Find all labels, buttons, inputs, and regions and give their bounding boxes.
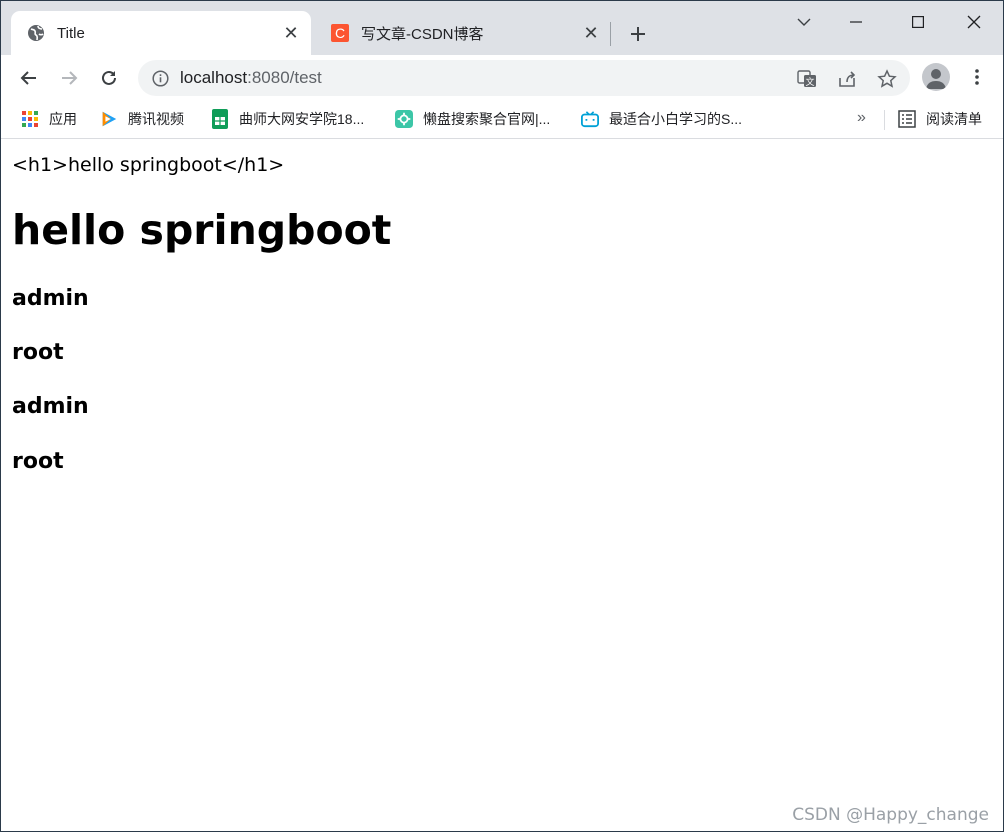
arrow-right-icon [62, 71, 78, 85]
list-item: admin [12, 286, 89, 311]
bilibili-icon [581, 110, 599, 128]
bookmark-apps[interactable]: 应用 [21, 107, 77, 131]
list-item: root [12, 340, 64, 365]
page-viewport: <h1>hello springboot</h1> hello springbo… [1, 140, 1003, 831]
address-bar[interactable]: localhost:8080/test 文 [138, 60, 910, 96]
forward-button[interactable] [54, 63, 84, 93]
tab-divider [610, 22, 611, 46]
tencent-video-icon [100, 110, 118, 128]
tab-csdn[interactable]: C 写文章-CSDN博客 ✕ [315, 11, 611, 55]
info-icon[interactable] [151, 69, 169, 87]
reading-list-label: 阅读清单 [926, 111, 982, 127]
url-text[interactable]: localhost:8080/test [180, 68, 322, 88]
bookmark-tencent-video[interactable]: 腾讯视频 [100, 107, 184, 131]
tab-label: 写文章-CSDN博客 [361, 25, 484, 43]
url-host: localhost [180, 68, 248, 87]
reload-button[interactable] [94, 63, 124, 93]
close-window-button[interactable] [951, 7, 997, 37]
close-tab-icon[interactable]: ✕ [579, 21, 603, 45]
maximize-icon [912, 16, 924, 28]
back-button[interactable] [14, 63, 44, 93]
bookmark-label: 懒盘搜索聚合官网|... [423, 111, 551, 127]
csdn-c-icon: C [331, 24, 349, 42]
reading-list-button[interactable]: 阅读清单 [898, 107, 982, 131]
tab-search-button[interactable] [781, 7, 827, 37]
watermark-text: CSDN @Happy_change [792, 805, 989, 825]
translate-icon[interactable]: 文 [797, 69, 817, 89]
person-icon [926, 69, 946, 89]
bookmark-label: 最适合小白学习的S... [609, 111, 743, 127]
bookmarks-divider [884, 110, 885, 130]
reading-list-icon [898, 110, 916, 128]
gear-badge-icon [395, 110, 413, 128]
close-tab-icon[interactable]: ✕ [279, 21, 303, 45]
bookmark-sheet[interactable]: 曲师大网安学院18... [211, 107, 364, 131]
bookmark-label: 曲师大网安学院18... [239, 111, 365, 127]
bookmark-star-icon[interactable] [877, 69, 897, 89]
reload-icon [102, 70, 116, 85]
tab-strip: Title ✕ C 写文章-CSDN博客 ✕ [1, 1, 1003, 55]
tab-label: Title [57, 24, 85, 42]
new-tab-button[interactable] [625, 21, 651, 47]
svg-text:文: 文 [805, 76, 814, 88]
chevron-down-icon [797, 18, 811, 26]
bookmark-label: 腾讯视频 [128, 111, 184, 127]
browser-toolbar: localhost:8080/test 文 [1, 55, 1003, 101]
apps-grid-icon [21, 110, 39, 128]
arrow-left-icon [20, 71, 36, 85]
svg-text:C: C [335, 25, 345, 41]
share-icon[interactable] [837, 69, 857, 89]
bookmark-lanpan[interactable]: 懒盘搜索聚合官网|... [395, 107, 550, 131]
escaped-html-text: <h1>hello springboot</h1> [12, 154, 285, 176]
bookmarks-overflow-button[interactable]: » [857, 109, 866, 127]
tab-title[interactable]: Title ✕ [11, 11, 311, 55]
menu-button[interactable] [967, 63, 987, 91]
sheets-icon [211, 109, 229, 129]
globe-icon [27, 24, 45, 42]
close-icon [967, 15, 981, 29]
bookmark-label: 应用 [49, 111, 77, 127]
page-heading: hello springboot [12, 206, 392, 254]
list-item: admin [12, 394, 89, 419]
browser-window: Title ✕ C 写文章-CSDN博客 ✕ localhost:8080/te… [0, 0, 1004, 832]
url-path: :8080/test [247, 68, 322, 87]
bookmarks-bar: 应用 腾讯视频 曲师大网安学院18... 懒盘搜索聚合官网|... 最适合小白学… [1, 101, 1003, 139]
list-item: root [12, 449, 64, 474]
bookmark-bilibili[interactable]: 最适合小白学习的S... [581, 107, 742, 131]
kebab-icon [975, 69, 979, 85]
plus-icon [631, 27, 645, 41]
maximize-button[interactable] [895, 7, 941, 37]
minimize-button[interactable] [833, 7, 879, 37]
minimize-icon [850, 21, 862, 23]
profile-avatar[interactable] [922, 63, 950, 91]
